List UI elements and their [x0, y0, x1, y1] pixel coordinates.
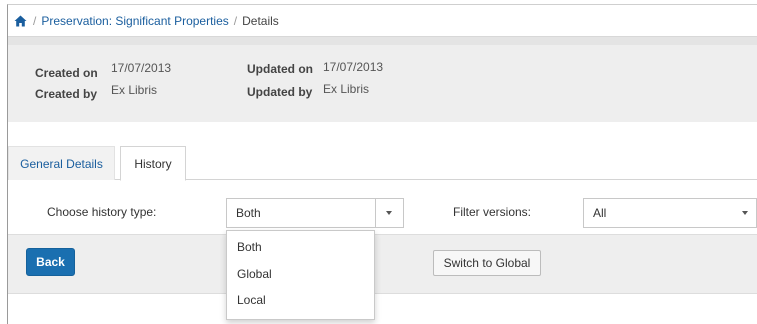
chevron-down-icon	[386, 211, 392, 215]
breadcrumb-separator: /	[233, 14, 238, 28]
filter-versions-select[interactable]: All	[583, 198, 757, 228]
tab-history[interactable]: History	[120, 146, 186, 181]
history-type-selected: Both	[236, 206, 261, 220]
chevron-down-icon	[742, 211, 748, 215]
action-bar	[8, 234, 757, 294]
switch-to-global-button[interactable]: Switch to Global	[433, 250, 541, 276]
breadcrumb: / Preservation: Significant Properties /…	[14, 12, 279, 30]
breadcrumb-current: Details	[242, 14, 279, 28]
created-by-value: Ex Libris	[111, 83, 158, 97]
history-type-dropdown: Both Global Local	[226, 230, 375, 320]
tab-bar: General Details History	[8, 146, 757, 181]
dropdown-option-local[interactable]: Local	[227, 287, 374, 313]
history-type-label: Choose history type:	[47, 205, 157, 219]
home-icon[interactable]	[14, 14, 28, 28]
dropdown-option-global[interactable]: Global	[227, 261, 374, 287]
history-type-select[interactable]: Both	[226, 198, 401, 228]
created-by-label: Created by	[35, 87, 98, 101]
created-on-value: 17/07/2013	[111, 61, 172, 75]
filter-versions-label: Filter versions:	[453, 205, 532, 219]
created-on-label: Created on	[35, 66, 98, 80]
panel-top-strip	[8, 37, 757, 45]
dropdown-option-both[interactable]: Both	[227, 234, 374, 260]
tab-general-details[interactable]: General Details	[8, 146, 115, 180]
history-type-toggle[interactable]	[376, 198, 404, 228]
record-info-panel	[8, 36, 757, 122]
filter-versions-selected: All	[593, 206, 607, 220]
updated-on-value: 17/07/2013	[323, 60, 384, 74]
updated-on-label: Updated on	[247, 62, 313, 76]
updated-by-label: Updated by	[247, 85, 313, 99]
breadcrumb-separator: /	[33, 14, 37, 28]
back-button[interactable]: Back	[26, 248, 75, 276]
breadcrumb-link-significant-properties[interactable]: Preservation: Significant Properties	[41, 14, 228, 28]
updated-by-value: Ex Libris	[323, 82, 370, 96]
